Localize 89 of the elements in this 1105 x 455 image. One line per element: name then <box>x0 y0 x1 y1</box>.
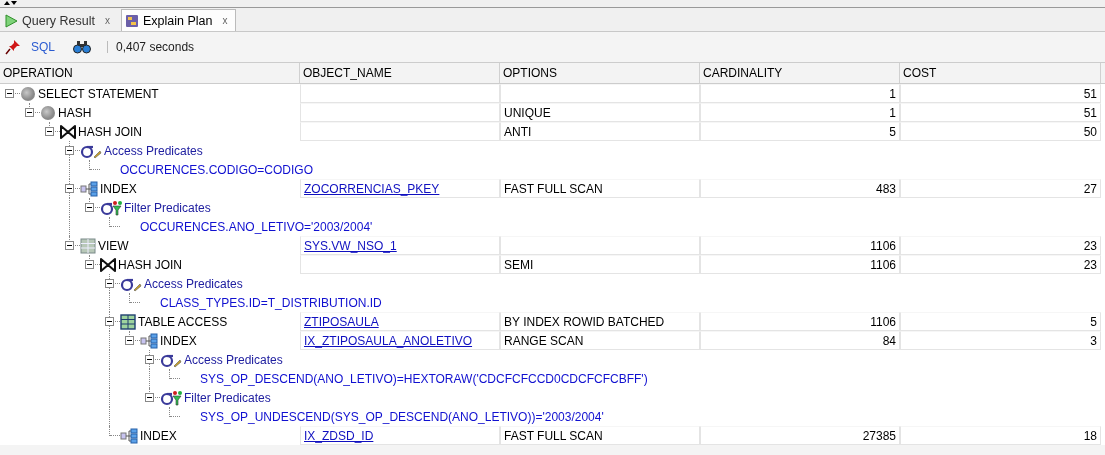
table-cell: 84 <box>700 331 900 350</box>
table-cell: SEMI <box>500 255 700 274</box>
table-cell: 18 <box>900 426 1101 445</box>
sigma-funnel-icon <box>160 389 182 406</box>
index-tree-icon <box>120 427 138 444</box>
collapse-toggle[interactable] <box>85 203 94 212</box>
table-cell: 27385 <box>700 426 900 445</box>
predicate-text: CLASS_TYPES.ID=T_DISTRIBUTION.ID <box>160 294 382 312</box>
tab[interactable]: Explain Plan x <box>120 9 237 31</box>
operation-label[interactable]: INDEX <box>100 179 137 198</box>
sql-button[interactable]: SQL <box>31 40 55 54</box>
sigma-funnel-icon <box>100 199 122 216</box>
collapse-toggle[interactable] <box>65 146 74 155</box>
table-cell: 3 <box>900 331 1101 350</box>
collapse-toggle[interactable] <box>85 260 94 269</box>
object-link[interactable]: SYS.VW_NSO_1 <box>304 238 397 253</box>
table-cell: 1 <box>700 103 900 122</box>
column-header[interactable]: OBJECT_NAME <box>300 63 500 83</box>
predicate-text: SYS_OP_DESCEND(ANO_LETIVO)=HEXTORAW('CDCFCFCCD0CDCFCFCBFF') <box>200 370 648 388</box>
table-cell: 50 <box>900 122 1101 141</box>
predicate-text: OCCURENCES.ANO_LETIVO='2003/2004' <box>140 218 373 236</box>
operation-label[interactable]: TABLE ACCESS <box>138 312 228 331</box>
collapse-toggle[interactable] <box>5 89 14 98</box>
table-cell: UNIQUE <box>500 103 700 122</box>
table-cell: 51 <box>900 84 1101 103</box>
predicate-group-label[interactable]: Filter Predicates <box>124 198 211 217</box>
grid-icon <box>80 237 96 254</box>
collapse-toggle[interactable] <box>65 241 74 250</box>
play-icon <box>4 13 18 28</box>
collapse-toggle[interactable] <box>65 184 74 193</box>
operation-label[interactable]: VIEW <box>98 236 129 255</box>
elapsed-time: 0,407 seconds <box>116 40 195 54</box>
object-link[interactable]: IX_ZTIPOSAULA_ANOLETIVO <box>304 333 473 348</box>
column-header[interactable]: OPERATION <box>0 63 300 83</box>
table-cell: 23 <box>900 255 1101 274</box>
operation-label[interactable]: HASH JOIN <box>78 122 142 141</box>
operation-label[interactable]: INDEX <box>160 331 197 350</box>
close-icon[interactable]: x <box>104 15 110 26</box>
column-header[interactable]: OPTIONS <box>500 63 700 83</box>
operation-label[interactable]: INDEX <box>140 426 177 445</box>
predicate-group-label[interactable]: Filter Predicates <box>184 388 271 407</box>
table-cell: 1 <box>700 84 900 103</box>
predicate-group-label[interactable]: Access Predicates <box>184 350 283 369</box>
pin-icon[interactable] <box>5 39 21 55</box>
binoculars-icon[interactable] <box>73 40 91 54</box>
table-cell: 23 <box>900 236 1101 255</box>
table-cell: ANTI <box>500 122 700 141</box>
object-link[interactable]: IX_ZDSD_ID <box>304 428 374 443</box>
collapse-arrows-icon[interactable] <box>4 0 18 6</box>
collapse-toggle[interactable] <box>145 355 154 364</box>
bowtie-icon <box>100 256 116 273</box>
collapse-toggle[interactable] <box>105 279 114 288</box>
predicate-group-label[interactable]: Access Predicates <box>144 274 243 293</box>
table-cell: 1106 <box>700 255 900 274</box>
operation-label[interactable]: HASH <box>58 103 92 122</box>
bowtie-icon <box>60 123 76 140</box>
circle-icon <box>20 85 36 102</box>
collapse-toggle[interactable] <box>105 317 114 326</box>
predicate-text: SYS_OP_UNDESCEND(SYS_OP_DESCEND(ANO_LETIVO))='2003/2004' <box>200 408 604 426</box>
collapse-toggle[interactable] <box>45 127 54 136</box>
collapse-toggle[interactable] <box>25 108 34 117</box>
tab[interactable]: Query Result x <box>0 9 119 31</box>
table-cell: 1106 <box>700 236 900 255</box>
table-cell: 5 <box>700 122 900 141</box>
column-header[interactable]: COST <box>900 63 1101 83</box>
collapse-toggle[interactable] <box>145 393 154 402</box>
circle-icon <box>40 104 56 121</box>
table-cell: 51 <box>900 103 1101 122</box>
table-icon <box>120 313 136 330</box>
close-icon[interactable]: x <box>222 15 228 26</box>
table-cell: FAST FULL SCAN <box>500 179 700 198</box>
column-header[interactable]: CARDINALITY <box>700 63 900 83</box>
operation-label[interactable]: SELECT STATEMENT <box>38 84 159 103</box>
table-cell: RANGE SCAN <box>500 331 700 350</box>
table-cell: 27 <box>900 179 1101 198</box>
table-cell: 1106 <box>700 312 900 331</box>
object-link[interactable]: ZOCORRENCIAS_PKEY <box>304 181 440 196</box>
operation-label[interactable]: HASH JOIN <box>118 255 182 274</box>
table-cell: 5 <box>900 312 1101 331</box>
table-cell: 483 <box>700 179 900 198</box>
predicate-text: OCCURENCES.CODIGO=CODIGO <box>120 161 314 179</box>
predicate-group-label[interactable]: Access Predicates <box>104 141 203 160</box>
object-link[interactable]: ZTIPOSAULA <box>304 314 379 329</box>
index-tree-icon <box>140 332 158 349</box>
table-cell: BY INDEX ROWID BATCHED <box>500 312 700 331</box>
plan-icon <box>124 13 139 28</box>
collapse-toggle[interactable] <box>125 336 134 345</box>
index-tree-icon <box>80 180 98 197</box>
table-cell: FAST FULL SCAN <box>500 426 700 445</box>
